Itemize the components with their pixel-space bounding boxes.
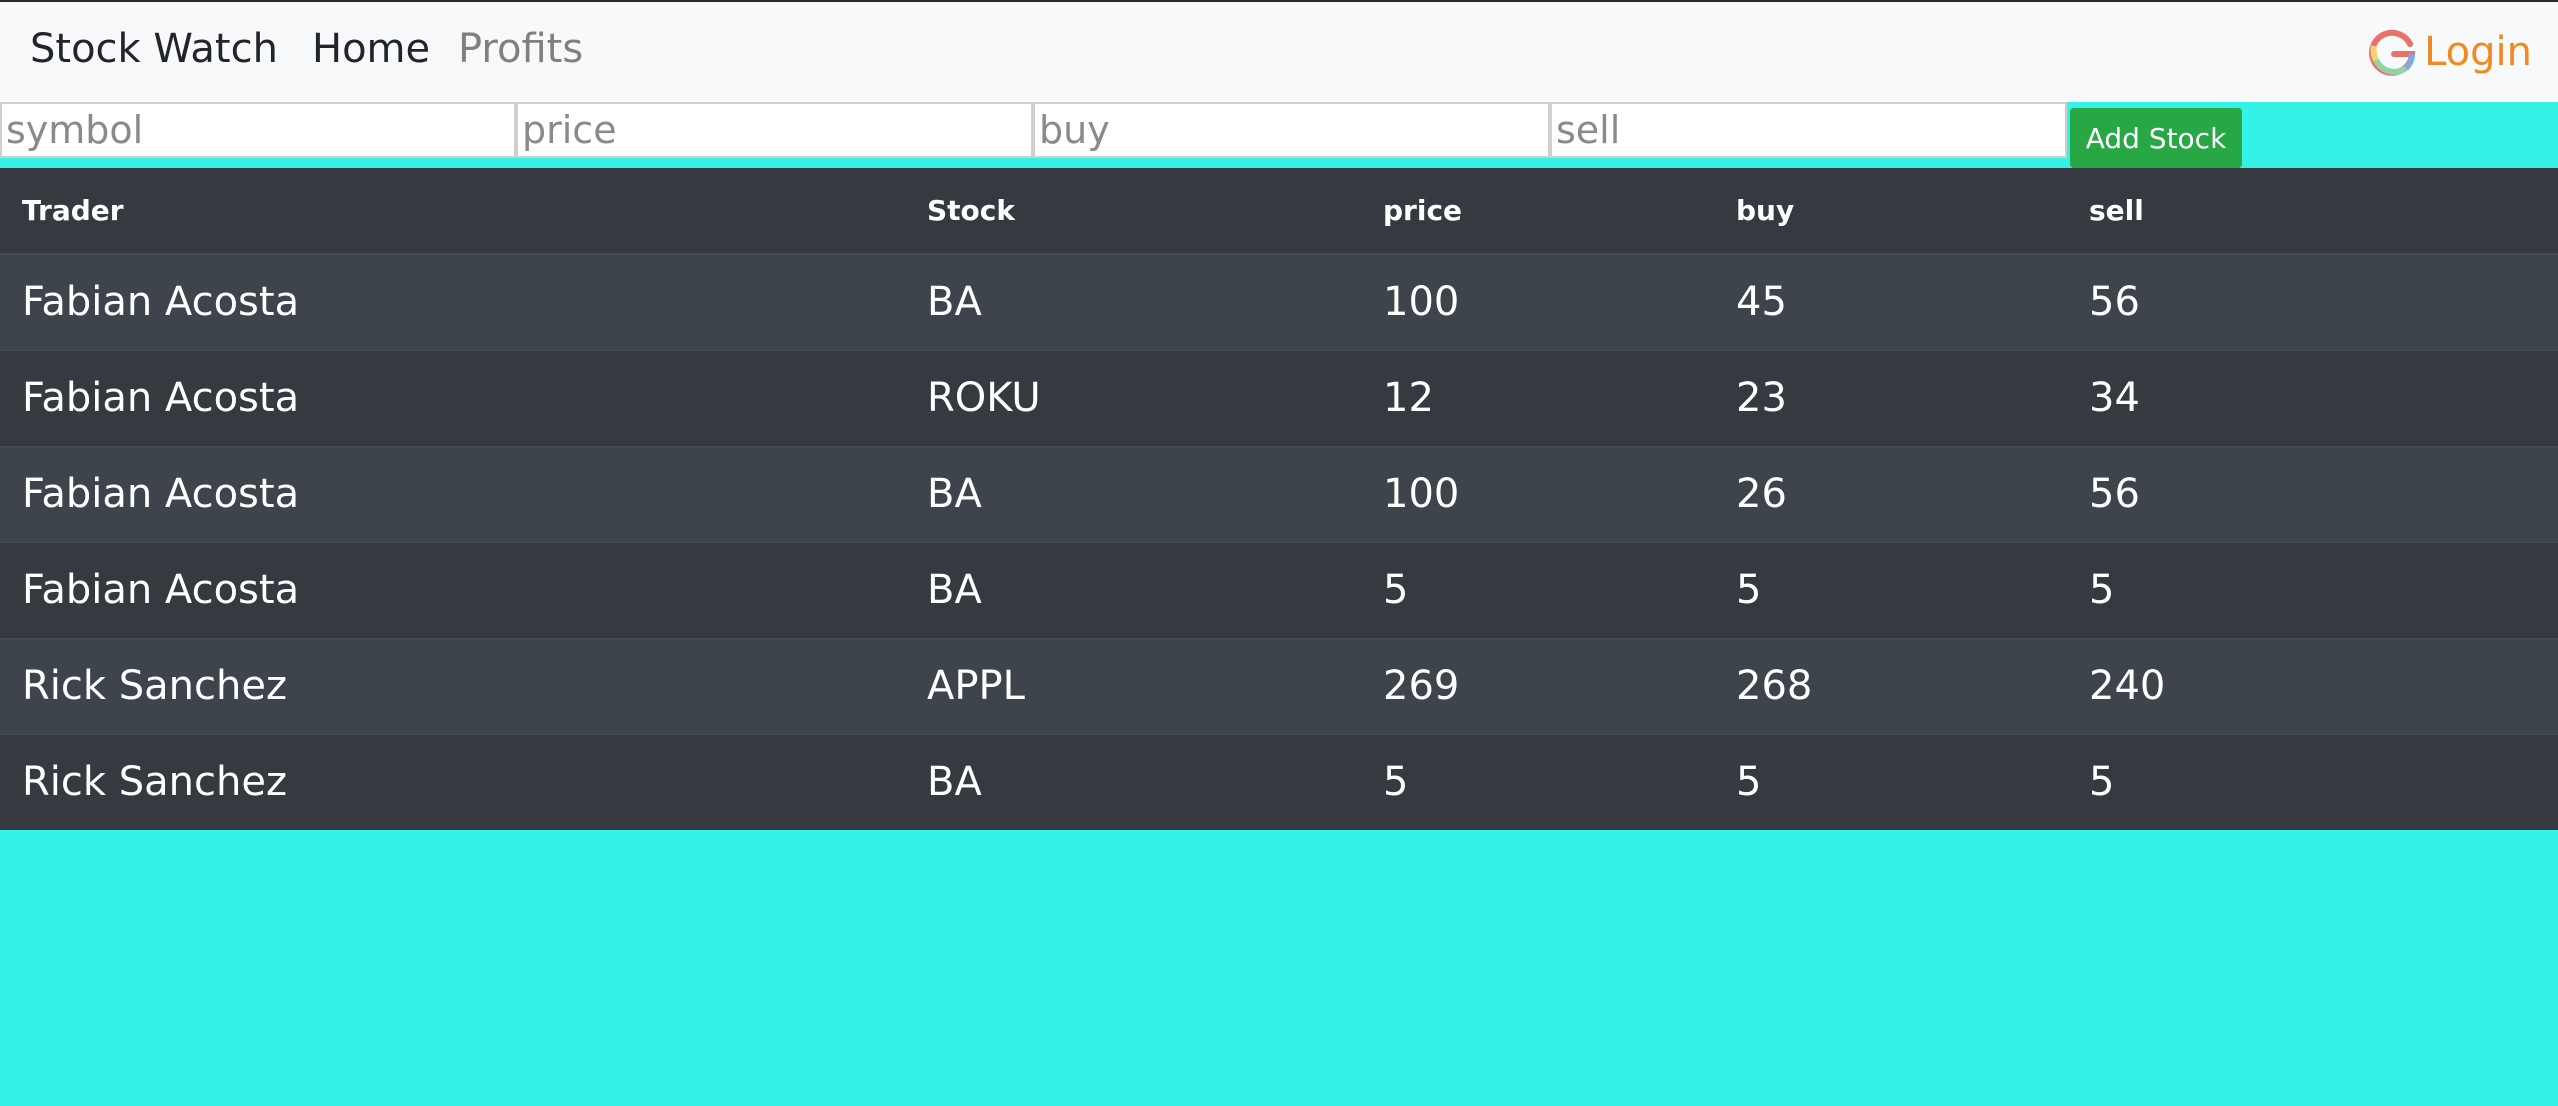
stocks-table-container: Trader Stock price buy sell Fabian Acost… xyxy=(0,168,2558,830)
table-row: Rick Sanchez BA 5 5 5 xyxy=(0,733,2558,830)
cell-buy: 5 xyxy=(1714,733,2067,830)
add-stock-form: Add Stock xyxy=(0,102,2558,168)
cell-stock: BA xyxy=(905,253,1361,350)
cell-sell: 5 xyxy=(2067,733,2558,830)
navbar: Stock Watch Home Profits Login xyxy=(0,0,2558,102)
header-buy: buy xyxy=(1714,168,2067,255)
cell-trader: Rick Sanchez xyxy=(0,733,905,830)
cell-stock: BA xyxy=(905,445,1361,542)
cell-buy: 26 xyxy=(1714,445,2067,542)
table-row: Fabian Acosta ROKU 12 23 34 xyxy=(0,349,2558,446)
cell-sell: 56 xyxy=(2067,445,2558,542)
brand-link[interactable]: Stock Watch xyxy=(30,26,278,72)
buy-input[interactable] xyxy=(1033,102,1550,158)
cell-price: 12 xyxy=(1361,349,1714,446)
header-sell: sell xyxy=(2067,168,2558,255)
cell-price: 269 xyxy=(1361,637,1714,734)
cell-price: 5 xyxy=(1361,733,1714,830)
cell-stock: BA xyxy=(905,733,1361,830)
symbol-input[interactable] xyxy=(0,102,516,158)
header-trader: Trader xyxy=(0,168,905,255)
cell-sell: 240 xyxy=(2067,637,2558,734)
cell-buy: 268 xyxy=(1714,637,2067,734)
cell-buy: 23 xyxy=(1714,349,2067,446)
login-label: Login xyxy=(2424,29,2532,75)
table-row: Fabian Acosta BA 5 5 5 xyxy=(0,541,2558,638)
login-button[interactable]: Login xyxy=(2364,24,2532,80)
cell-trader: Fabian Acosta xyxy=(0,541,905,638)
cell-sell: 5 xyxy=(2067,541,2558,638)
cell-stock: APPL xyxy=(905,637,1361,734)
nav-home-link[interactable]: Home xyxy=(312,26,430,72)
cell-buy: 5 xyxy=(1714,541,2067,638)
cell-trader: Rick Sanchez xyxy=(0,637,905,734)
cell-sell: 56 xyxy=(2067,253,2558,350)
cell-trader: Fabian Acosta xyxy=(0,349,905,446)
cell-trader: Fabian Acosta xyxy=(0,253,905,350)
add-stock-button[interactable]: Add Stock xyxy=(2070,108,2242,168)
stocks-table: Trader Stock price buy sell Fabian Acost… xyxy=(0,168,2558,830)
cell-price: 100 xyxy=(1361,253,1714,350)
cell-sell: 34 xyxy=(2067,349,2558,446)
table-row: Rick Sanchez APPL 269 268 240 xyxy=(0,637,2558,734)
cell-price: 100 xyxy=(1361,445,1714,542)
cell-price: 5 xyxy=(1361,541,1714,638)
sell-input[interactable] xyxy=(1550,102,2067,158)
cell-buy: 45 xyxy=(1714,253,2067,350)
google-g-icon xyxy=(2369,29,2416,76)
header-stock: Stock xyxy=(905,168,1361,255)
cell-stock: ROKU xyxy=(905,349,1361,446)
cell-stock: BA xyxy=(905,541,1361,638)
price-input[interactable] xyxy=(516,102,1033,158)
table-header-row: Trader Stock price buy sell xyxy=(0,168,2558,255)
nav-profits-link[interactable]: Profits xyxy=(458,26,583,72)
table-row: Fabian Acosta BA 100 45 56 xyxy=(0,253,2558,350)
cell-trader: Fabian Acosta xyxy=(0,445,905,542)
table-row: Fabian Acosta BA 100 26 56 xyxy=(0,445,2558,542)
header-price: price xyxy=(1361,168,1714,255)
